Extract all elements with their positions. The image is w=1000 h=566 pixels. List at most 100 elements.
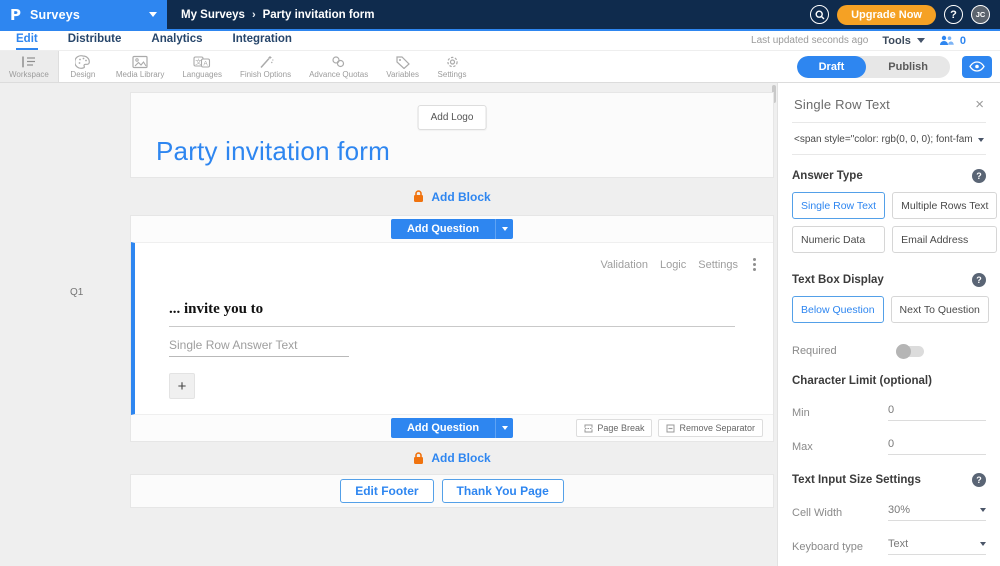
add-block-bottom[interactable]: Add Block [130, 442, 774, 474]
add-question-button[interactable]: Add Question [390, 219, 496, 239]
toolbar-item-finish-options[interactable]: Finish Options [231, 51, 300, 82]
answer-type-section: Answer Type ? [792, 169, 986, 183]
question-toolbar: Validation Logic Settings [600, 257, 759, 272]
menubar-right: Last updated seconds ago Tools 0 [751, 35, 990, 47]
add-block-label: Add Block [431, 189, 491, 204]
help-icon[interactable]: ? [972, 473, 986, 487]
help-button[interactable]: ? [944, 5, 963, 24]
tab-integration[interactable]: Integration [233, 31, 292, 50]
answer-type-numeric[interactable]: Numeric Data [792, 226, 886, 253]
question-style-value: <span style="color: rgb(0, 0, 0); font-f… [794, 134, 972, 145]
settings-link[interactable]: Settings [698, 259, 738, 271]
tab-edit[interactable]: Edit [16, 31, 38, 50]
eye-icon [969, 61, 985, 72]
max-input[interactable]: 0 [888, 438, 986, 455]
edit-footer-button[interactable]: Edit Footer [340, 479, 434, 503]
toolbar-item-label: Advance Quotas [309, 70, 369, 79]
question-style-dropdown[interactable]: <span style="color: rgb(0, 0, 0); font-f… [792, 123, 986, 155]
draft-button[interactable]: Draft [796, 55, 867, 78]
product-switcher[interactable]: P Surveys [0, 0, 167, 29]
cell-width-select[interactable]: 30% [888, 504, 986, 521]
answer-type-single-row[interactable]: Single Row Text [792, 192, 886, 219]
display-below-question[interactable]: Below Question [792, 296, 884, 323]
separator-actions: Page Break Remove Separator [576, 419, 763, 437]
lock-icon [414, 451, 424, 464]
tab-analytics[interactable]: Analytics [151, 31, 202, 50]
close-icon[interactable]: × [975, 97, 984, 112]
collaborators-button[interactable]: 0 [939, 35, 966, 47]
min-label: Min [792, 406, 810, 419]
validation-link[interactable]: Validation [600, 259, 648, 271]
toolbar-item-advance-quotas[interactable]: Advance Quotas [300, 51, 377, 82]
required-toggle[interactable] [896, 343, 924, 359]
add-element-button[interactable]: + [169, 373, 195, 399]
publish-button[interactable]: Publish [866, 56, 950, 78]
page-break-button[interactable]: Page Break [576, 419, 653, 437]
question-editor[interactable]: Validation Logic Settings ... invite you… [131, 242, 773, 415]
chevron-down-icon [501, 227, 508, 231]
keyboard-type-select[interactable]: Text [888, 538, 986, 555]
collaborators-icon [939, 35, 954, 45]
answer-type-email[interactable]: Email Address [892, 226, 998, 253]
chevron-down-icon [978, 137, 984, 142]
min-input[interactable]: 0 [888, 404, 986, 421]
menu-bar: Edit Distribute Analytics Integration La… [0, 29, 1000, 51]
answer-type-label: Answer Type [792, 170, 863, 182]
keyboard-type-value: Text [888, 538, 909, 550]
add-question-dropdown[interactable] [495, 418, 514, 438]
input-size-label: Text Input Size Settings [792, 474, 921, 486]
search-button[interactable] [810, 5, 830, 24]
translate-icon: 文A [193, 55, 211, 69]
question-settings-panel: Single Row Text × <span style="color: rg… [777, 83, 1000, 566]
breadcrumb-my-surveys[interactable]: My Surveys [181, 9, 245, 21]
upgrade-now-button[interactable]: Upgrade Now [837, 4, 936, 25]
display-next-to-question[interactable]: Next To Question [890, 296, 989, 323]
question-text[interactable]: ... invite you to [169, 301, 735, 327]
kebab-menu-icon[interactable] [750, 257, 759, 272]
logic-link[interactable]: Logic [660, 259, 686, 271]
toolbar-right: Draft Publish [796, 51, 1000, 82]
add-question-strip-bottom: Add Question Page Break Remove Separator [131, 415, 773, 441]
character-limit-label: Character Limit (optional) [792, 375, 932, 387]
toolbar-item-settings[interactable]: Settings [428, 51, 476, 82]
breadcrumb-current: Party invitation form [262, 8, 375, 21]
add-block-top[interactable]: Add Block [130, 178, 774, 215]
proprofs-logo-icon: P [10, 5, 21, 24]
required-row: Required [792, 343, 986, 359]
survey-header-card[interactable]: Add Logo Party invitation form [130, 92, 774, 178]
remove-separator-button[interactable]: Remove Separator [658, 419, 763, 437]
toolbar-item-languages[interactable]: 文A Languages [173, 51, 231, 82]
chevron-down-icon [916, 38, 925, 43]
toolbar-item-variables[interactable]: Variables [377, 51, 428, 82]
toolbar-item-media-library[interactable]: Media Library [107, 51, 173, 82]
cell-width-value: 30% [888, 504, 911, 516]
tools-dropdown[interactable]: Tools [882, 35, 925, 47]
svg-text:A: A [203, 61, 208, 68]
main-tabs: Edit Distribute Analytics Integration [16, 31, 292, 50]
answer-type-multiple-rows[interactable]: Multiple Rows Text [892, 192, 998, 219]
thank-you-page-button[interactable]: Thank You Page [441, 479, 564, 503]
toolbar-item-label: Variables [386, 70, 419, 79]
toolbar: Workspace Design Media Library 文A Langua… [0, 51, 1000, 83]
preview-button[interactable] [962, 55, 992, 78]
help-icon[interactable]: ? [972, 273, 986, 287]
cell-width-label: Cell Width [792, 506, 843, 519]
image-icon [132, 55, 148, 69]
min-value: 0 [888, 404, 895, 416]
add-question-dropdown[interactable] [495, 219, 514, 239]
add-question-button[interactable]: Add Question [390, 418, 496, 438]
help-icon[interactable]: ? [972, 169, 986, 183]
survey-title[interactable]: Party invitation form [156, 136, 390, 167]
page-break-label: Page Break [597, 423, 645, 433]
breadcrumb: My Surveys › Party invitation form [181, 9, 374, 21]
toolbar-item-design[interactable]: Design [59, 51, 107, 82]
add-logo-button[interactable]: Add Logo [417, 105, 487, 130]
toolbar-item-workspace[interactable]: Workspace [0, 51, 59, 82]
user-avatar[interactable]: JC [971, 5, 990, 24]
answer-text-input[interactable]: Single Row Answer Text [169, 338, 349, 357]
tab-distribute[interactable]: Distribute [68, 31, 122, 50]
breadcrumb-separator-icon: › [251, 8, 256, 21]
toolbar-item-label: Design [70, 70, 96, 79]
text-box-display-section: Text Box Display ? [792, 273, 986, 287]
max-row: Max 0 [792, 438, 986, 455]
